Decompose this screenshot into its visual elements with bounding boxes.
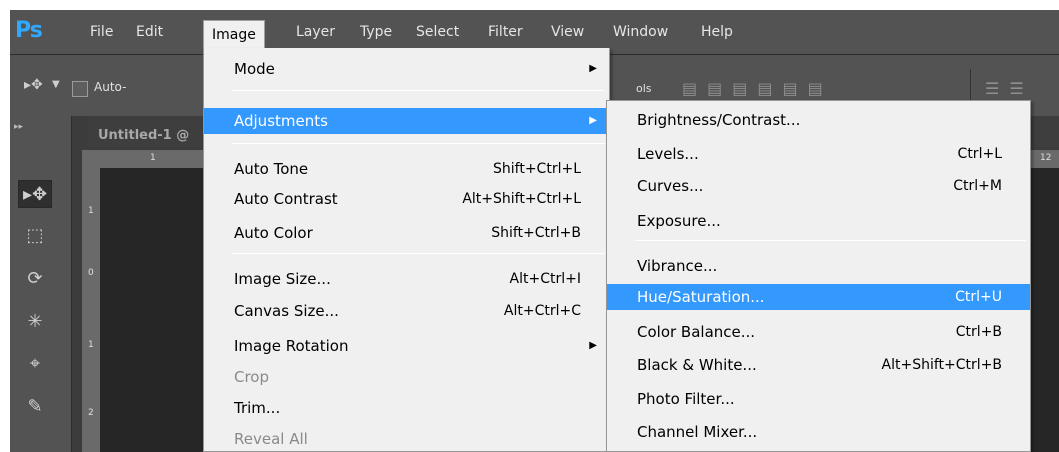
menu-item-reveal-all: Reveal All (204, 426, 609, 452)
menu-item-label: Adjustments (234, 112, 328, 130)
tool-preset-caret-icon[interactable]: ▼ (52, 79, 60, 90)
menu-item-label: Black & White... (637, 356, 757, 374)
menu-item-image-rotation[interactable]: Image Rotation ▶ (204, 333, 609, 359)
menu-type[interactable]: Type (360, 22, 392, 44)
auto-select-label: Auto- (94, 80, 127, 94)
panel-collapse-icon[interactable]: ▸▸ (14, 122, 23, 132)
menu-item-label: Trim... (234, 399, 281, 417)
ruler-number: 0 (88, 268, 94, 278)
menu-item-label: Curves... (637, 177, 704, 195)
menu-file[interactable]: File (90, 22, 113, 44)
menu-item-label: Levels... (637, 145, 699, 163)
document-tab[interactable]: Untitled-1 @ (98, 128, 189, 143)
menu-separator (635, 240, 1026, 241)
menu-item-auto-tone[interactable]: Auto Tone Shift+Ctrl+L (204, 156, 609, 182)
ruler-number: 12 (1040, 153, 1052, 163)
menu-item-shortcut: Ctrl+L (957, 146, 1002, 162)
menu-item-curves[interactable]: Curves... Ctrl+M (607, 173, 1030, 199)
menu-item-label: Hue/Saturation... (637, 288, 765, 306)
auto-select-checkbox[interactable] (72, 81, 88, 97)
eyedropper-tool-icon[interactable]: ✎ (18, 393, 52, 421)
menu-item-adjustments[interactable]: Adjustments ▶ (204, 108, 609, 134)
menu-item-color-balance[interactable]: Color Balance... Ctrl+B (607, 319, 1030, 345)
menu-item-label: Auto Color (234, 224, 313, 242)
menu-item-label: Vibrance... (637, 257, 718, 275)
move-tool-icon[interactable]: ▸✥ (18, 180, 52, 208)
menu-item-vibrance[interactable]: Vibrance... (607, 253, 1030, 279)
menu-item-label: Brightness/Contrast... (637, 111, 801, 129)
menu-item-label: Image Size... (234, 270, 331, 288)
menu-help[interactable]: Help (701, 22, 733, 44)
menu-item-shortcut: Ctrl+M (953, 178, 1002, 194)
menu-layer[interactable]: Layer (296, 22, 335, 44)
transform-controls-label: ols (636, 82, 652, 95)
menu-item-crop: Crop (204, 364, 609, 390)
menu-select[interactable]: Select (416, 22, 459, 44)
menu-item-levels[interactable]: Levels... Ctrl+L (607, 141, 1030, 167)
vertical-ruler[interactable] (82, 150, 100, 452)
menu-view[interactable]: View (551, 22, 584, 44)
menu-item-black-white[interactable]: Black & White... Alt+Shift+Ctrl+B (607, 352, 1030, 378)
menu-item-label: Image Rotation (234, 337, 349, 355)
crop-tool-icon[interactable]: ⌖ (18, 350, 52, 378)
menu-item-label: Channel Mixer... (637, 423, 758, 441)
menu-image[interactable]: Image (203, 20, 265, 48)
menu-item-label: Reveal All (234, 430, 308, 448)
ruler-number: 2 (88, 408, 94, 418)
menu-item-brightness-contrast[interactable]: Brightness/Contrast... (607, 107, 1030, 133)
submenu-arrow-icon: ▶ (589, 115, 597, 126)
menu-item-shortcut: Ctrl+U (955, 289, 1002, 305)
menu-item-mode[interactable]: Mode ▶ (204, 56, 609, 82)
lasso-tool-icon[interactable]: ⟳ (18, 265, 52, 293)
menu-item-label: Auto Contrast (234, 190, 338, 208)
menu-item-hue-saturation[interactable]: Hue/Saturation... Ctrl+U (607, 284, 1030, 310)
menu-item-label: Crop (234, 368, 270, 386)
move-tool-icon[interactable]: ▸✥ (24, 77, 43, 93)
ruler-number: 1 (88, 206, 94, 216)
menu-item-label: Auto Tone (234, 160, 309, 178)
menu-item-photo-filter[interactable]: Photo Filter... (607, 386, 1030, 412)
menu-item-channel-mixer[interactable]: Channel Mixer... (607, 419, 1030, 445)
magic-wand-tool-icon[interactable]: ✳ (18, 308, 52, 336)
menu-separator (232, 143, 605, 144)
menu-item-label: Color Balance... (637, 323, 756, 341)
menu-item-shortcut: Shift+Ctrl+L (493, 161, 581, 177)
menu-item-label: Canvas Size... (234, 302, 339, 320)
menu-item-shortcut: Alt+Shift+Ctrl+L (462, 191, 581, 207)
menu-item-shortcut: Alt+Shift+Ctrl+B (881, 357, 1002, 373)
adjustments-submenu: Brightness/Contrast... Levels... Ctrl+L … (606, 100, 1031, 452)
menu-item-label: Mode (234, 60, 275, 78)
menu-item-auto-color[interactable]: Auto Color Shift+Ctrl+B (204, 220, 609, 246)
menu-filter[interactable]: Filter (488, 22, 523, 44)
menu-separator (232, 253, 605, 254)
menu-item-label: Exposure... (637, 212, 721, 230)
ruler-number: 1 (150, 153, 156, 163)
menu-item-shortcut: Ctrl+B (955, 324, 1002, 340)
menu-item-shortcut: Alt+Ctrl+I (509, 271, 581, 287)
menu-item-label: Photo Filter... (637, 390, 735, 408)
menu-item-auto-contrast[interactable]: Auto Contrast Alt+Shift+Ctrl+L (204, 186, 609, 212)
menu-item-trim[interactable]: Trim... (204, 395, 609, 421)
distribute-icons[interactable]: ☰☰ (985, 79, 1034, 98)
menu-window[interactable]: Window (613, 22, 668, 44)
submenu-arrow-icon: ▶ (589, 63, 597, 74)
menu-item-shortcut: Shift+Ctrl+B (491, 225, 581, 241)
ruler-number: 1 (88, 340, 94, 350)
menu-separator (232, 90, 605, 91)
image-menu: Mode ▶ Adjustments ▶ Auto Tone Shift+Ctr… (203, 48, 610, 452)
align-icons[interactable]: ▤▤▤▤▤▤ (682, 79, 833, 98)
marquee-tool-icon[interactable]: ⬚ (18, 222, 52, 250)
menu-item-image-size[interactable]: Image Size... Alt+Ctrl+I (204, 266, 609, 292)
menu-edit[interactable]: Edit (136, 22, 163, 44)
menu-item-shortcut: Alt+Ctrl+C (503, 303, 581, 319)
photoshop-logo: Ps (15, 18, 43, 43)
submenu-arrow-icon: ▶ (589, 340, 597, 351)
menu-item-canvas-size[interactable]: Canvas Size... Alt+Ctrl+C (204, 298, 609, 324)
menu-item-exposure[interactable]: Exposure... (607, 208, 1030, 234)
